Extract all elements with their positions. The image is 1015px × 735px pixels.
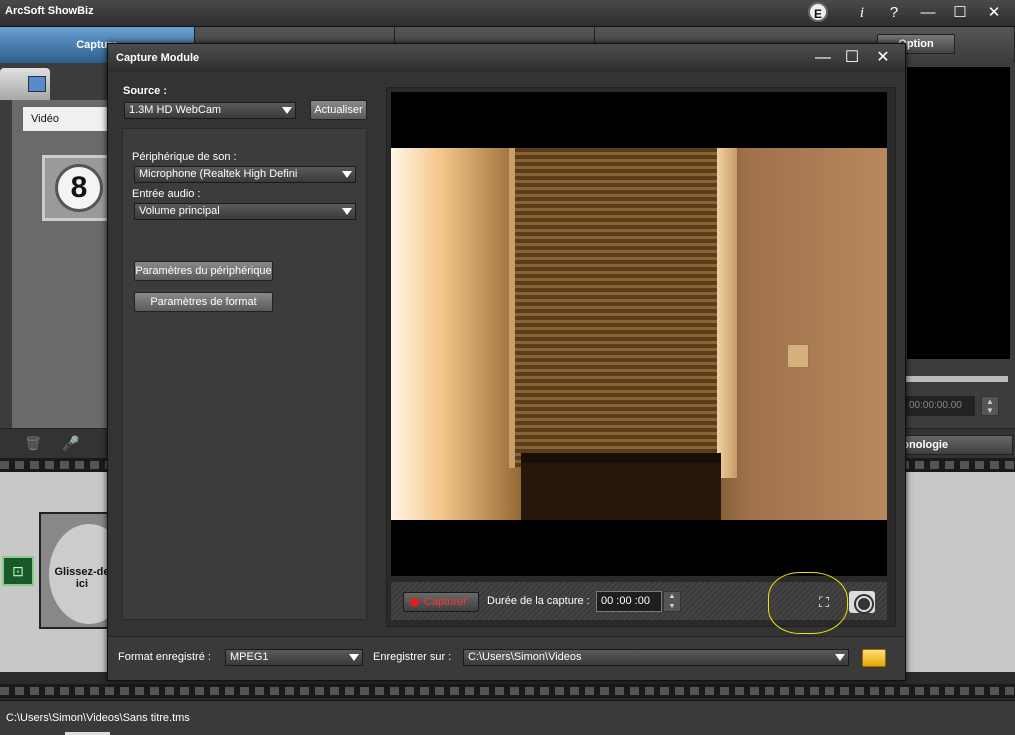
- audio-device-value: Microphone (Realtek High Defini: [139, 168, 298, 180]
- drop-slot-text: Glissez-de ici: [54, 566, 110, 590]
- capture-control-bar: Capturer Durée de la capture : 00 :00 :0…: [391, 582, 887, 620]
- source-label: Source :: [123, 85, 168, 97]
- audio-input-dropdown[interactable]: Volume principal: [134, 203, 356, 220]
- fullscreen-icon[interactable]: ⛶: [813, 592, 835, 612]
- device-params-button[interactable]: Paramètres du périphérique: [134, 261, 273, 281]
- preview-slider[interactable]: [905, 376, 1008, 382]
- status-bar: C:\Users\Simon\Videos\Sans titre.tms: [0, 700, 1015, 735]
- folder-icon[interactable]: [862, 649, 886, 667]
- app-minimize-button[interactable]: —: [916, 2, 940, 24]
- media-thumbnail[interactable]: 8: [42, 155, 110, 221]
- capture-module-dialog: Capture Module — ☐ ✕ Source : 1.3M HD We…: [107, 43, 906, 681]
- dialog-close-button[interactable]: ✕: [871, 47, 895, 69]
- audio-input-label: Entrée audio :: [132, 188, 201, 200]
- microphone-icon[interactable]: 🎤: [62, 435, 80, 453]
- spin-down-icon[interactable]: ▼: [664, 602, 680, 612]
- main-preview-screen: [907, 67, 1010, 359]
- chronologie-button[interactable]: ronologie: [895, 435, 1013, 455]
- media-area: [12, 100, 112, 430]
- format-dropdown[interactable]: MPEG1: [225, 649, 363, 666]
- capture-button-label: Capturer: [424, 596, 467, 608]
- dialog-title: Capture Module: [116, 52, 200, 64]
- preview-panel: 00:00:00.00 ▲ ▼: [905, 63, 1015, 428]
- webcam-preview: [391, 92, 887, 576]
- chevron-down-icon: [349, 654, 359, 661]
- window-shutter-image: [509, 148, 719, 468]
- audio-device-label: Périphérique de son :: [132, 151, 237, 163]
- preview-timecode-spinner[interactable]: ▲ ▼: [981, 396, 999, 416]
- media-panel: Vidéo 8: [0, 63, 112, 430]
- record-icon: [410, 598, 419, 607]
- storyboard-drop-slot[interactable]: Glissez-de ici: [39, 512, 129, 629]
- media-library-icon: [28, 76, 46, 92]
- audio-input-value: Volume principal: [139, 205, 220, 217]
- dialog-bottom-bar: Format enregistré : MPEG1 Enregistrer su…: [108, 636, 905, 680]
- format-value: MPEG1: [230, 651, 269, 663]
- capture-button[interactable]: Capturer: [403, 592, 479, 612]
- app-titlebar: ArcSoft ShowBiz E i ? — ☐ ✕: [0, 0, 1015, 27]
- media-subtab[interactable]: [0, 68, 50, 100]
- duration-field[interactable]: 00 :00 :00: [596, 591, 662, 612]
- chevron-down-icon: [282, 107, 292, 114]
- duration-label: Durée de la capture :: [487, 595, 590, 607]
- dialog-maximize-button[interactable]: ☐: [840, 47, 864, 69]
- duration-spinner[interactable]: ▲ ▼: [663, 591, 681, 612]
- source-value: 1.3M HD WebCam: [129, 104, 222, 116]
- window-frame-image: [717, 148, 737, 478]
- preview-timecode[interactable]: 00:00:00.00: [905, 396, 975, 416]
- spin-up-icon[interactable]: ▲: [664, 592, 680, 602]
- app-maximize-button[interactable]: ☐: [948, 2, 972, 24]
- media-type-select[interactable]: Vidéo: [22, 106, 112, 132]
- chevron-down-icon: [342, 208, 352, 215]
- wall-switch-image: [787, 344, 809, 368]
- capture-preview-frame: Capturer Durée de la capture : 00 :00 :0…: [386, 87, 896, 627]
- source-dropdown[interactable]: 1.3M HD WebCam: [124, 102, 296, 119]
- storyboard-clip-icon[interactable]: ⊡: [2, 556, 34, 586]
- format-params-button[interactable]: Paramètres de format: [134, 292, 273, 312]
- trash-icon[interactable]: 🗑: [24, 435, 42, 453]
- dialog-titlebar: Capture Module — ☐ ✕: [108, 44, 905, 72]
- save-location-value: C:\Users\Simon\Videos: [468, 651, 582, 663]
- app-close-button[interactable]: ✕: [982, 2, 1006, 24]
- webcam-image: [391, 148, 887, 520]
- save-location-label: Enregistrer sur :: [373, 651, 452, 663]
- save-location-dropdown[interactable]: C:\Users\Simon\Videos: [463, 649, 849, 666]
- refresh-button[interactable]: Actualiser: [310, 100, 367, 120]
- chevron-down-icon: [342, 171, 352, 178]
- film-strip-bottom: [0, 684, 1015, 698]
- capture-options-box: Périphérique de son : Microphone (Realte…: [122, 128, 367, 620]
- countdown-leader-icon: 8: [55, 164, 103, 212]
- chair-image: [521, 453, 721, 520]
- status-project-path: C:\Users\Simon\Videos\Sans titre.tms: [6, 712, 190, 724]
- info-icon[interactable]: i: [850, 2, 874, 24]
- chevron-down-icon: [835, 654, 845, 661]
- app-title: ArcSoft ShowBiz: [5, 5, 94, 17]
- help-icon[interactable]: ?: [882, 2, 906, 24]
- e-badge-icon[interactable]: E: [808, 2, 828, 22]
- audio-device-dropdown[interactable]: Microphone (Realtek High Defini: [134, 166, 356, 183]
- format-label: Format enregistré :: [118, 651, 211, 663]
- camera-snapshot-icon[interactable]: [849, 591, 875, 613]
- dialog-minimize-button[interactable]: —: [811, 47, 835, 69]
